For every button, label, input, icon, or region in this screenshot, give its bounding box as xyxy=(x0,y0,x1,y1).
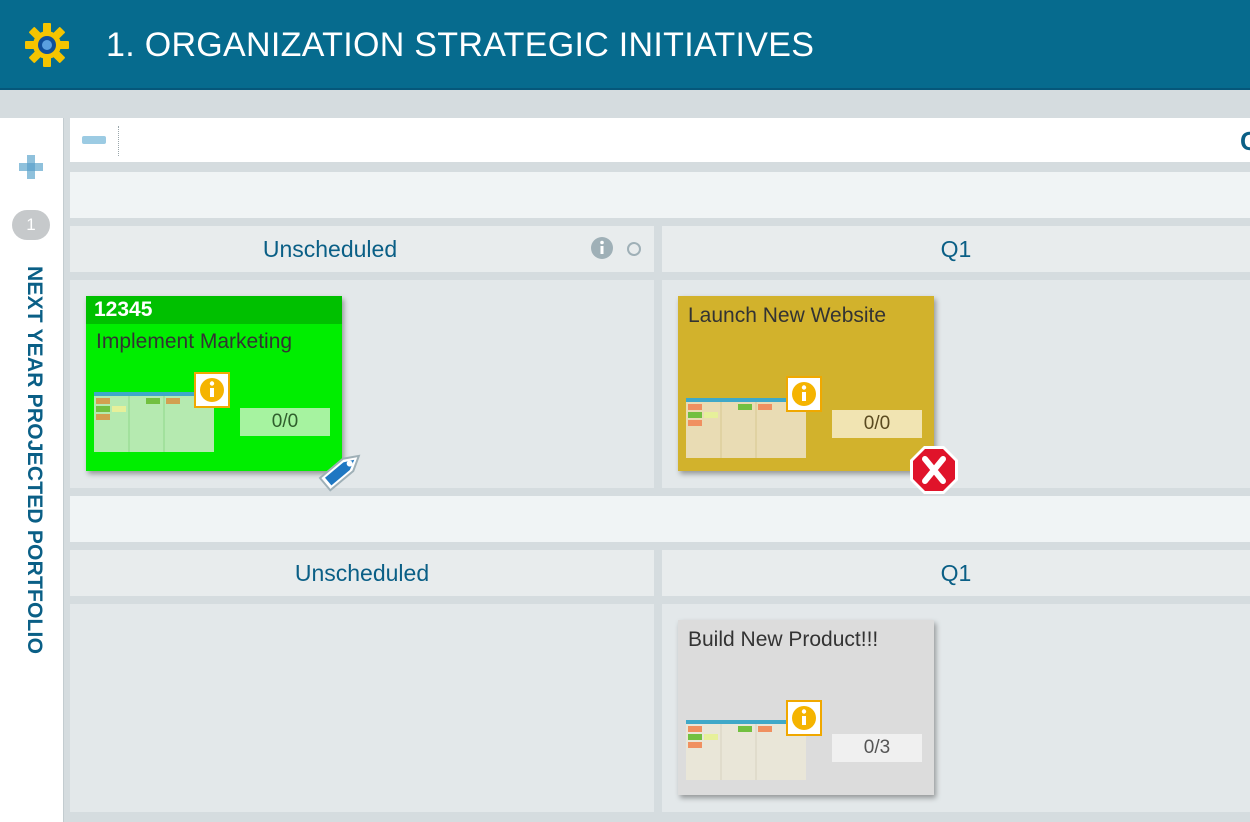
column-header-q1[interactable]: Q1 xyxy=(662,550,1250,596)
toolbar-divider xyxy=(118,126,119,156)
card-count-badge: 1 xyxy=(12,210,50,240)
gear-logo-icon[interactable] xyxy=(24,22,70,68)
card-implement-marketing[interactable]: 12345 Implement Marketing 0/0 xyxy=(86,296,342,471)
truncated-heading: C xyxy=(1240,126,1250,156)
column-header-unscheduled[interactable]: Unscheduled xyxy=(70,550,654,596)
card-title: Build New Product!!! xyxy=(688,628,879,651)
card-progress: 0/3 xyxy=(832,734,922,762)
column-header-tools xyxy=(590,236,642,262)
card-id: 12345 xyxy=(86,296,342,324)
tag-icon[interactable] xyxy=(314,444,370,496)
info-icon[interactable] xyxy=(590,236,616,262)
minus-icon[interactable] xyxy=(82,132,106,148)
lane-label: NEXT YEAR PROJECTED PORTFOLIO xyxy=(23,266,46,655)
card-info-icon[interactable] xyxy=(194,372,230,408)
card-info-icon[interactable] xyxy=(786,376,822,412)
column-header-unscheduled[interactable]: Unscheduled xyxy=(70,226,654,272)
page-title: 1. ORGANIZATION STRATEGIC INITIATIVES xyxy=(106,26,815,64)
circle-icon[interactable] xyxy=(626,241,642,257)
card-launch-new-website[interactable]: Launch New Website 0/0 xyxy=(678,296,934,471)
card-build-new-product[interactable]: Build New Product!!! 0/3 xyxy=(678,620,934,795)
card-title: Launch New Website xyxy=(688,304,887,327)
card-progress: 0/0 xyxy=(240,408,330,436)
card-progress: 0/0 xyxy=(832,410,922,438)
error-icon[interactable] xyxy=(906,444,962,496)
app-header: 1. ORGANIZATION STRATEGIC INITIATIVES xyxy=(0,0,1250,90)
column-header-q1[interactable]: Q1 xyxy=(662,226,1250,272)
lane-toolbar: C xyxy=(70,118,1250,162)
card-info-icon[interactable] xyxy=(786,700,822,736)
column-cell-unscheduled[interactable] xyxy=(70,604,654,812)
lane-spacer xyxy=(70,172,1250,218)
lane-spacer xyxy=(70,496,1250,542)
plus-icon[interactable] xyxy=(18,154,44,180)
lane-sidebar: 1 NEXT YEAR PROJECTED PORTFOLIO xyxy=(0,118,64,822)
